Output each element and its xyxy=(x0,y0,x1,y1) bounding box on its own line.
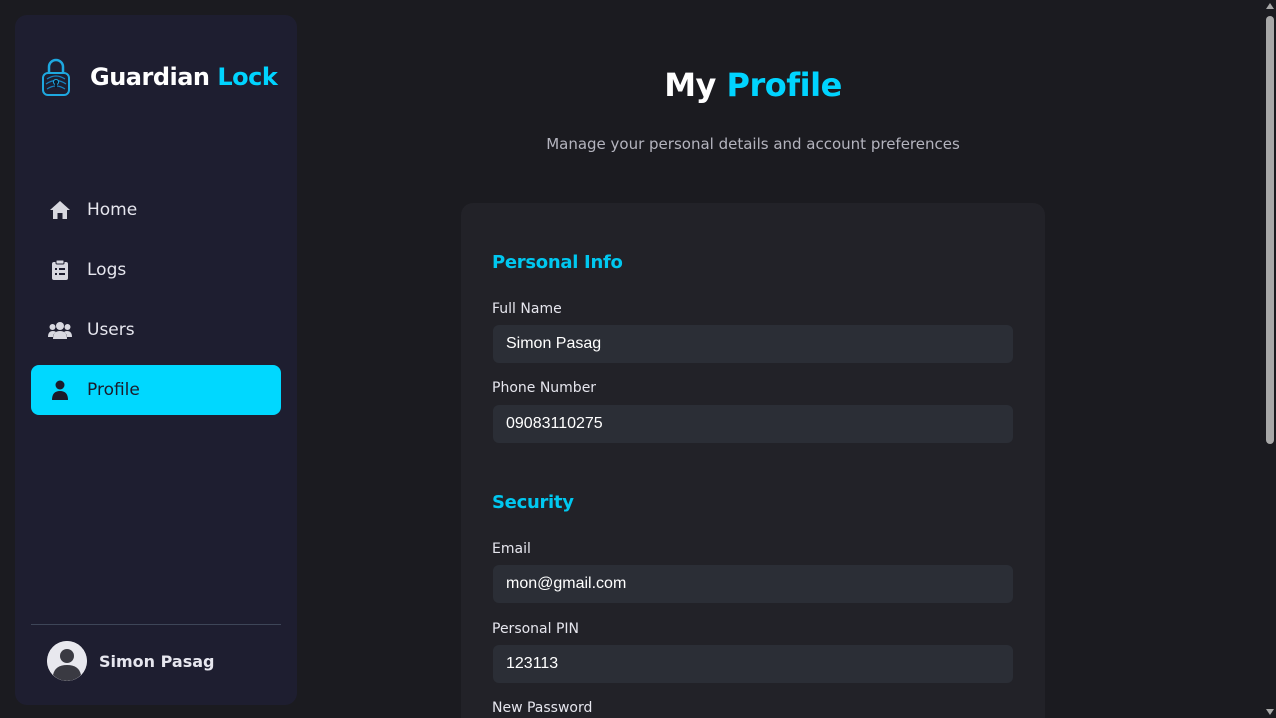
sidebar-item-label: Logs xyxy=(87,260,127,280)
sidebar-divider xyxy=(31,624,281,625)
security-title: Security xyxy=(492,492,574,513)
users-icon xyxy=(48,318,72,342)
home-icon xyxy=(48,198,72,222)
full-name-label: Full Name xyxy=(492,301,562,317)
sidebar-item-label: Home xyxy=(87,200,138,220)
email-field[interactable] xyxy=(493,565,1013,603)
clipboard-list-icon xyxy=(48,258,72,282)
profile-card: Personal Info Full Name Phone Number Sec… xyxy=(461,203,1045,718)
page-title-part2: Profile xyxy=(726,66,843,104)
user-icon xyxy=(48,378,72,402)
page-title: My Profile xyxy=(0,66,1276,104)
page-title-part1: My xyxy=(664,66,716,104)
phone-number-label: Phone Number xyxy=(492,380,597,396)
personal-info-title: Personal Info xyxy=(492,252,623,273)
new-password-label: New Password xyxy=(492,700,593,716)
scroll-down-arrow-icon[interactable] xyxy=(1266,709,1274,715)
phone-number-field[interactable] xyxy=(493,405,1013,443)
sidebar-nav: Home Logs Users Profile xyxy=(31,185,281,425)
sidebar-item-home[interactable]: Home xyxy=(31,185,281,235)
user-name: Simon Pasag xyxy=(99,651,215,671)
sidebar-item-label: Profile xyxy=(87,380,140,400)
user-profile-chip[interactable]: Simon Pasag xyxy=(47,641,215,681)
scroll-up-arrow-icon[interactable] xyxy=(1266,3,1274,9)
scroll-thumb[interactable] xyxy=(1266,16,1274,444)
page-scrollbar[interactable] xyxy=(1264,0,1276,718)
sidebar: Guardian Lock Home Logs Users Profile Si… xyxy=(15,15,297,705)
sidebar-item-logs[interactable]: Logs xyxy=(31,245,281,295)
full-name-field[interactable] xyxy=(493,325,1013,363)
sidebar-item-profile[interactable]: Profile xyxy=(31,365,281,415)
email-label: Email xyxy=(492,541,531,557)
personal-pin-label: Personal PIN xyxy=(492,621,580,637)
personal-pin-field[interactable] xyxy=(493,645,1013,683)
page-subtitle: Manage your personal details and account… xyxy=(546,135,960,153)
sidebar-item-users[interactable]: Users xyxy=(31,305,281,355)
sidebar-item-label: Users xyxy=(87,320,135,340)
user-avatar-icon xyxy=(47,641,87,681)
